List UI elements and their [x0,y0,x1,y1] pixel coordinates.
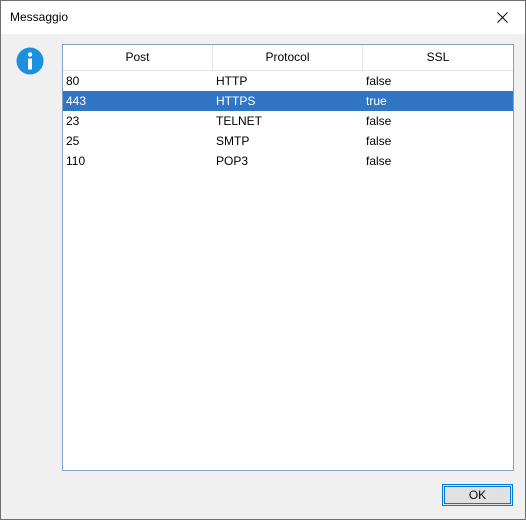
cell-protocol: HTTP [216,74,248,88]
cell-protocol: POP3 [216,154,249,168]
cell-ssl: false [366,74,392,88]
ok-button-label: OK [468,488,487,502]
column-header-ssl[interactable]: SSL [363,45,513,70]
cell-ssl: false [366,154,392,168]
cell-post: 25 [66,134,80,148]
cell-post: 80 [66,74,80,88]
ok-button[interactable]: OK [442,484,513,506]
table-row[interactable]: 25 SMTP false [63,131,513,151]
column-header-protocol[interactable]: Protocol [213,45,363,70]
table-row-selected[interactable]: 443 HTTPS true [63,91,513,111]
title-bar: Messaggio [1,1,525,34]
column-header-post[interactable]: Post [63,45,213,70]
cell-post: 443 [66,94,87,108]
cell-protocol: SMTP [216,134,250,148]
cell-ssl: true [366,94,387,108]
table-row[interactable]: 23 TELNET false [63,111,513,131]
list-body: 80 HTTP false 443 HTTPS true 23 TELNET f… [63,71,513,171]
close-button[interactable] [479,1,525,34]
information-icon [16,47,44,75]
cell-ssl: false [366,114,392,128]
table-row[interactable]: 80 HTTP false [63,71,513,91]
list-header: Post Protocol SSL [63,45,513,71]
dialog-title: Messaggio [10,10,69,24]
cell-protocol: HTTPS [216,94,256,108]
close-icon [496,12,508,23]
cell-protocol: TELNET [216,114,263,128]
cell-ssl: false [366,134,392,148]
ports-list-view[interactable]: Post Protocol SSL 80 HTTP false 443 HTTP… [62,44,514,471]
table-row[interactable]: 110 POP3 false [63,151,513,171]
cell-post: 23 [66,114,80,128]
cell-post: 110 [66,154,86,168]
message-dialog: Messaggio Post Protocol SSL 80 HTTP fals… [0,0,526,520]
